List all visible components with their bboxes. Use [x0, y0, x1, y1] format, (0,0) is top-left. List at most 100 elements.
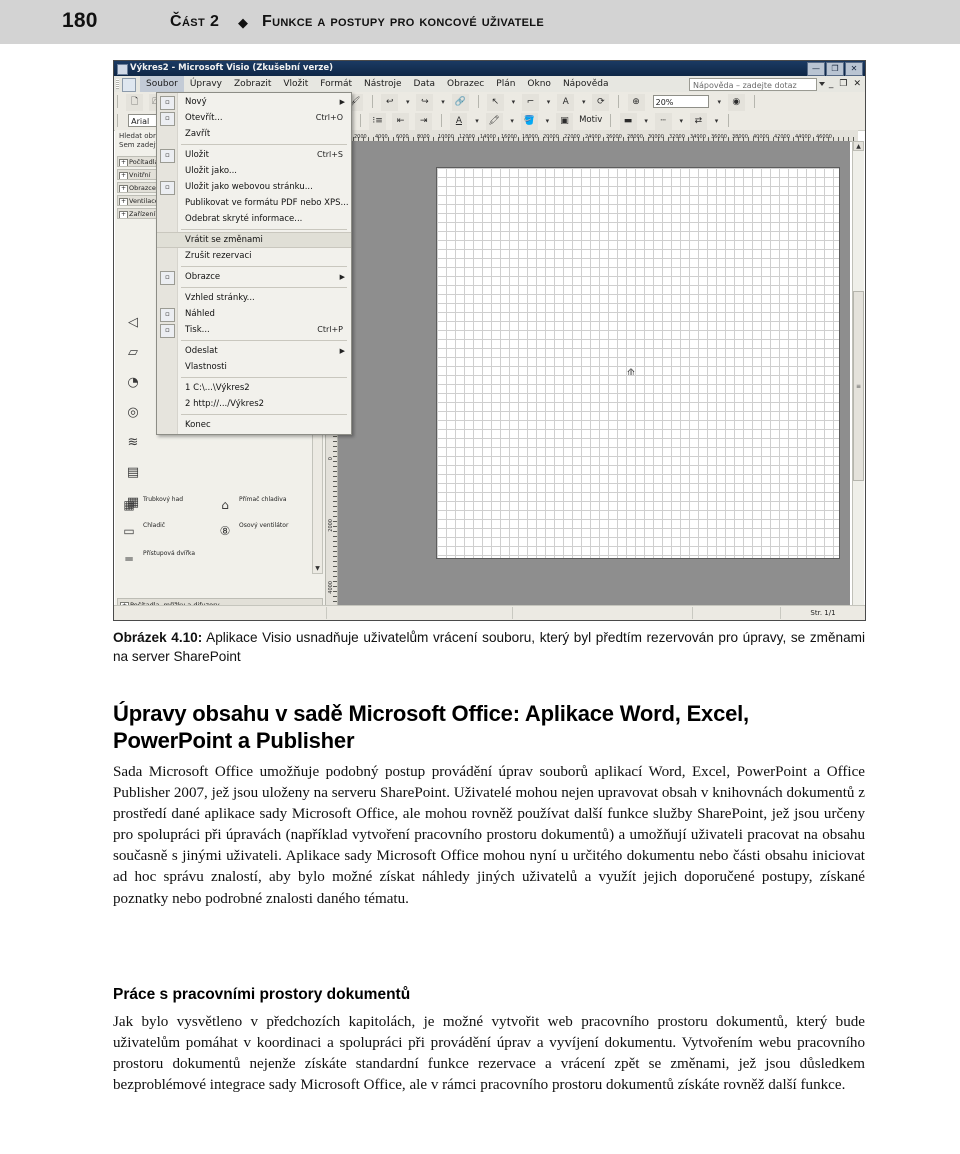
- stencil-scroll-down-icon[interactable]: ▼: [313, 564, 322, 573]
- restore-icon[interactable]: ❐: [826, 62, 844, 76]
- line-color-icon[interactable]: 🖍: [485, 113, 503, 130]
- doc-restore-icon[interactable]: ❐: [839, 78, 847, 91]
- help-dropdown-icon[interactable]: [819, 82, 825, 86]
- line-pattern-icon[interactable]: ┄: [654, 113, 672, 130]
- file-menu-item-10[interactable]: Obrazce ▫ ▶: [157, 269, 351, 285]
- menu-form-t[interactable]: Formát: [314, 76, 358, 92]
- stencil-shape-icon-0[interactable]: ◁: [121, 310, 145, 334]
- stencil-shape-icon-1[interactable]: ▱: [121, 340, 145, 364]
- line-pattern-dropdown-icon[interactable]: ▾: [678, 113, 685, 128]
- toolbar-overflow[interactable]: [753, 95, 755, 108]
- drawing-page[interactable]: ⟰: [436, 167, 840, 559]
- file-menu-item-13[interactable]: Tisk... ▫ Ctrl+P: [157, 322, 351, 338]
- fill-color-dropdown-icon[interactable]: ▾: [544, 113, 551, 128]
- line-color-dropdown-icon[interactable]: ▾: [509, 113, 516, 128]
- expander-icon[interactable]: +: [119, 184, 128, 192]
- line-weight-icon[interactable]: ▬: [619, 113, 637, 130]
- new-icon[interactable]: 🗋: [126, 94, 144, 111]
- file-menu-item-14[interactable]: Odeslat ▶: [157, 343, 351, 359]
- file-menu-item-12[interactable]: Náhled ▫: [157, 306, 351, 322]
- expander-icon[interactable]: +: [119, 210, 128, 218]
- file-menu-item-6[interactable]: Publikovat ve formátu PDF nebo XPS...: [157, 195, 351, 211]
- menu-n-pov-da[interactable]: Nápověda: [557, 76, 615, 92]
- doc-close-icon[interactable]: ✕: [853, 78, 861, 91]
- expander-icon[interactable]: +: [119, 158, 128, 166]
- menu--pravy[interactable]: Úpravy: [184, 76, 228, 92]
- drawing-canvas-area[interactable]: ⟰: [338, 141, 850, 620]
- menubar-grip[interactable]: [116, 79, 119, 89]
- file-menu-item-9[interactable]: Zrušit rezervaci: [157, 248, 351, 264]
- minimize-icon[interactable]: —: [807, 62, 825, 76]
- canvas-vertical-scrollbar[interactable]: ▲ ≡ ▼: [852, 141, 864, 620]
- file-menu-item-8[interactable]: Vrátit se změnami: [157, 232, 351, 248]
- theme-label[interactable]: Motiv: [579, 113, 602, 128]
- theme-icon[interactable]: ▣: [555, 113, 573, 130]
- fill-color-icon[interactable]: 🪣: [520, 113, 538, 130]
- undo-icon[interactable]: ↩: [381, 94, 399, 111]
- hyperlink-icon[interactable]: 🔗: [451, 94, 469, 111]
- menu-zobrazit[interactable]: Zobrazit: [228, 76, 277, 92]
- file-menu-item-0[interactable]: Nový ▫ ▶: [157, 94, 351, 110]
- stencil-shape-icon-5[interactable]: ▤: [121, 460, 145, 484]
- stencil-shape-icon-3[interactable]: ◎: [121, 400, 145, 424]
- file-menu-item-4[interactable]: Uložit jako...: [157, 163, 351, 179]
- expander-icon[interactable]: +: [119, 171, 128, 179]
- rotate-icon[interactable]: ⟳: [592, 94, 610, 111]
- connector-tool-icon[interactable]: ⌐: [521, 94, 539, 111]
- font-color-dropdown-icon[interactable]: ▾: [474, 113, 481, 128]
- file-menu-item-2[interactable]: Zavřít: [157, 126, 351, 142]
- decrease-indent-icon[interactable]: ⇤: [392, 113, 410, 130]
- zoom-tool-icon[interactable]: ⊕: [627, 94, 645, 111]
- menu-okno[interactable]: Okno: [521, 76, 557, 92]
- stencil-item-4[interactable]: ═ Přístupová dvířka: [119, 550, 199, 567]
- help-search-input[interactable]: Nápověda – zadejte dotaz: [689, 78, 817, 91]
- connector-dropdown-icon[interactable]: ▾: [545, 94, 552, 109]
- text-tool-icon[interactable]: A: [557, 94, 575, 111]
- zoom-combo[interactable]: 20%: [652, 95, 709, 108]
- redo-icon[interactable]: ↪: [416, 94, 434, 111]
- stencil-item-2[interactable]: ▭ Chladič: [119, 522, 199, 539]
- increase-indent-icon[interactable]: ⇥: [415, 113, 433, 130]
- scroll-thumb[interactable]: ≡: [853, 291, 864, 481]
- stencil-shape-icon-4[interactable]: ≋: [121, 430, 145, 454]
- file-menu-dropdown[interactable]: Nový ▫ ▶ Otevřít... ▫ Ctrl+O Zavřít Uložit ▫ Ctrl…: [156, 92, 352, 435]
- zoom-dropdown-icon[interactable]: ▾: [716, 94, 723, 109]
- stencil-shape-icon-2[interactable]: ◔: [121, 370, 145, 394]
- expander-icon[interactable]: +: [119, 197, 128, 205]
- file-menu-item-1[interactable]: Otevřít... ▫ Ctrl+O: [157, 110, 351, 126]
- text-dropdown-icon[interactable]: ▾: [580, 94, 587, 109]
- pointer-dropdown-icon[interactable]: ▾: [510, 94, 517, 109]
- font-color-icon[interactable]: A: [450, 113, 468, 130]
- file-menu-item-3[interactable]: Uložit ▫ Ctrl+S: [157, 147, 351, 163]
- file-menu-item-17[interactable]: 2 http://.../Výkres2: [157, 396, 351, 412]
- stencil-item-1[interactable]: ⌂ Přímač chladiva: [215, 496, 295, 513]
- toolbar-grip[interactable]: [117, 95, 118, 108]
- toolbar-grip[interactable]: [117, 114, 118, 127]
- redo-dropdown-icon[interactable]: ▾: [440, 94, 447, 109]
- file-menu-item-7[interactable]: Odebrat skryté informace...: [157, 211, 351, 227]
- toolbar-overflow[interactable]: [728, 114, 730, 127]
- line-ends-icon[interactable]: ⇄: [689, 113, 707, 130]
- close-icon[interactable]: ✕: [845, 62, 863, 76]
- undo-dropdown-icon[interactable]: ▾: [404, 94, 411, 109]
- menu-n-stroje[interactable]: Nástroje: [358, 76, 408, 92]
- doc-minimize-icon[interactable]: _: [829, 78, 834, 91]
- file-menu-item-15[interactable]: Vlastnosti: [157, 359, 351, 375]
- line-ends-dropdown-icon[interactable]: ▾: [713, 113, 720, 128]
- stencil-item-0[interactable]: ▦ Trubkový had: [119, 496, 199, 513]
- menu-vlo-it[interactable]: Vložit: [277, 76, 314, 92]
- menu-pl-n[interactable]: Plán: [490, 76, 521, 92]
- help-icon[interactable]: ◉: [727, 94, 745, 111]
- file-menu-item-18[interactable]: Konec: [157, 417, 351, 433]
- menu-data[interactable]: Data: [408, 76, 442, 92]
- file-menu-item-16[interactable]: 1 C:\...\Výkres2: [157, 380, 351, 396]
- menu-obrazec[interactable]: Obrazec: [441, 76, 490, 92]
- scroll-up-icon[interactable]: ▲: [853, 141, 864, 151]
- menu-soubor[interactable]: Soubor: [140, 76, 184, 92]
- file-menu-item-11[interactable]: Vzhled stránky...: [157, 290, 351, 306]
- stencil-item-3[interactable]: ⑧ Osový ventilátor: [215, 522, 295, 539]
- bullets-icon[interactable]: ⁝≡: [369, 113, 387, 130]
- pointer-tool-icon[interactable]: ↖: [486, 94, 504, 111]
- line-weight-dropdown-icon[interactable]: ▾: [643, 113, 650, 128]
- file-menu-item-5[interactable]: Uložit jako webovou stránku... ▫: [157, 179, 351, 195]
